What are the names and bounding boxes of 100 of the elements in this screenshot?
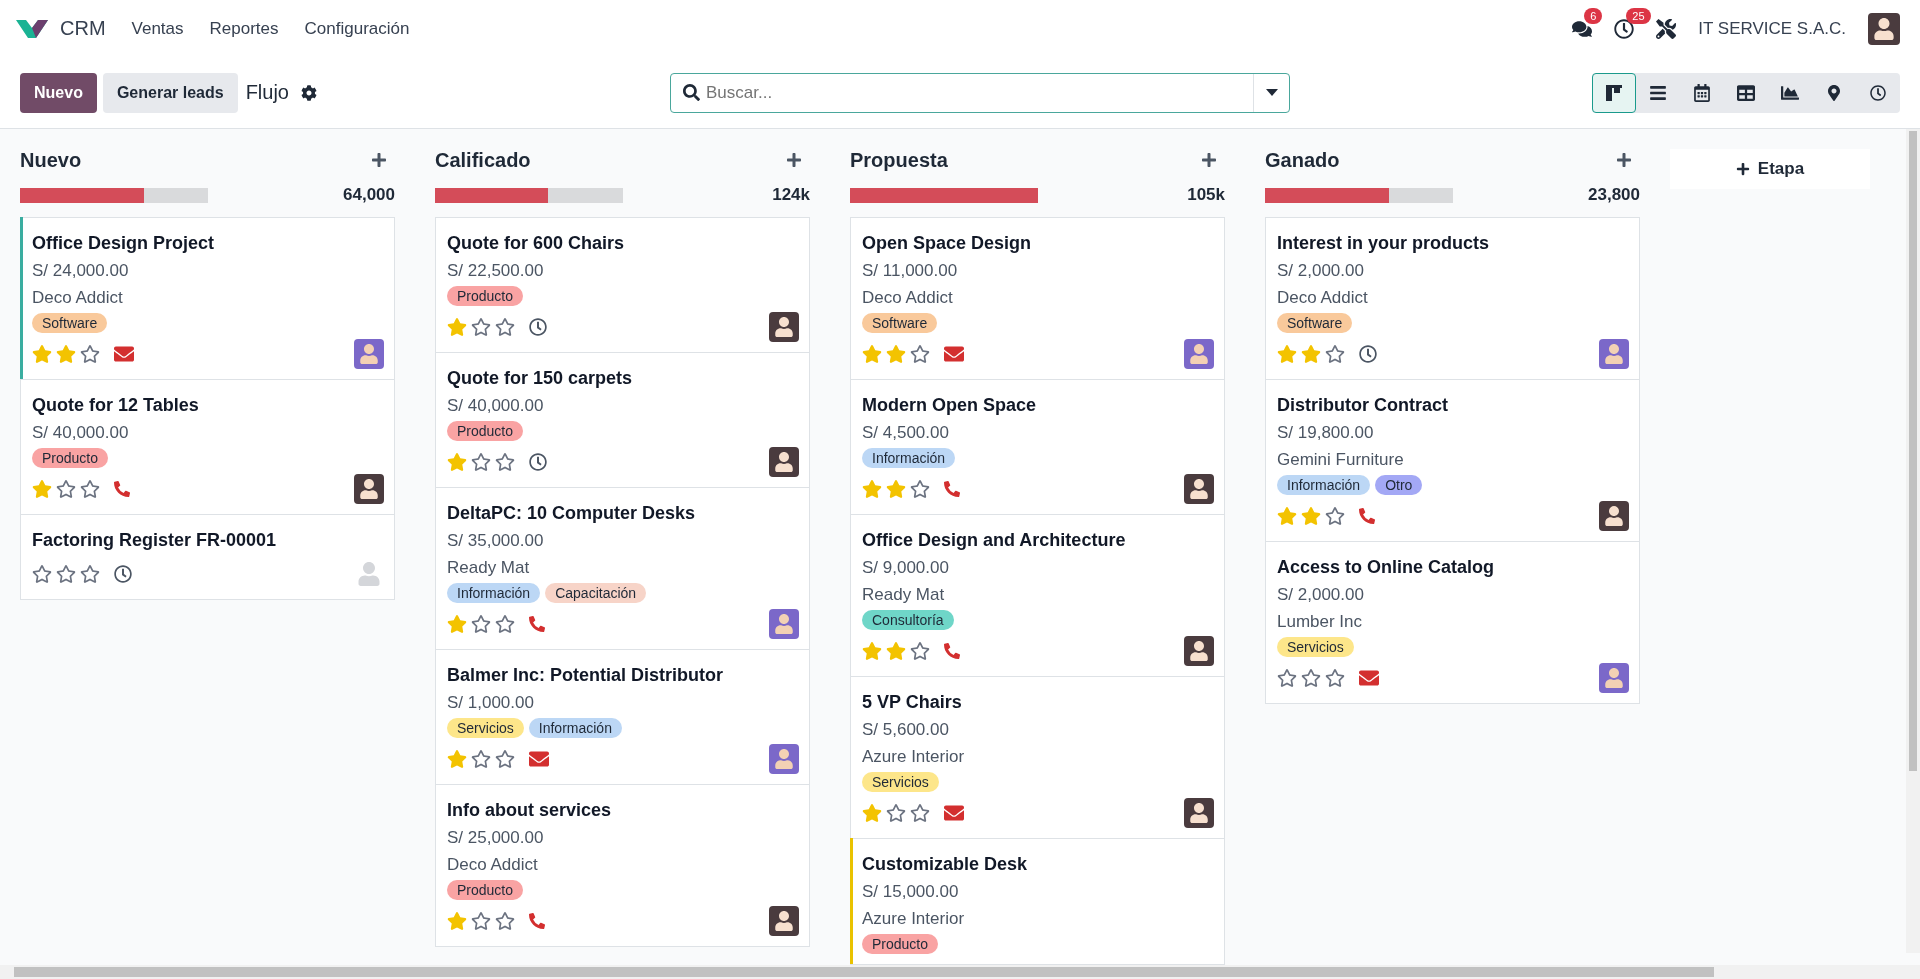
clock-icon[interactable]: [1614, 18, 1635, 39]
star-icon[interactable]: [447, 452, 467, 472]
star-outline-icon[interactable]: [1301, 668, 1321, 688]
lead-card[interactable]: DeltaPC: 10 Computer Desks S/ 35,000.00 Ready Mat Información Capacitación: [435, 488, 810, 650]
star-icon[interactable]: [447, 911, 467, 931]
star-outline-icon[interactable]: [910, 479, 930, 499]
lead-card[interactable]: Access to Online Catalog S/ 2,000.00 Lumber Inc Servicios: [1265, 542, 1640, 704]
star-outline-icon[interactable]: [910, 641, 930, 661]
star-icon[interactable]: [862, 479, 882, 499]
star-outline-icon[interactable]: [495, 614, 515, 634]
clock-icon[interactable]: [529, 318, 547, 336]
envelope-icon[interactable]: [1359, 668, 1379, 688]
lead-card[interactable]: Interest in your products S/ 2,000.00 Deco Addict Software: [1265, 217, 1640, 380]
lead-card[interactable]: Modern Open Space S/ 4,500.00 Información: [850, 380, 1225, 515]
phone-icon[interactable]: [944, 643, 960, 659]
avatar[interactable]: [1184, 798, 1214, 828]
add-icon[interactable]: [371, 152, 387, 168]
lead-card[interactable]: Info about services S/ 25,000.00 Deco Addict Producto: [435, 785, 810, 947]
avatar[interactable]: [1184, 636, 1214, 666]
new-button[interactable]: Nuevo: [20, 72, 97, 113]
lead-card[interactable]: Office Design Project S/ 24,000.00 Deco Addict Software: [20, 217, 395, 380]
search-bar[interactable]: Buscar...: [670, 72, 1290, 113]
star-outline-icon[interactable]: [56, 479, 76, 499]
generate-leads-button[interactable]: Generar leads: [102, 72, 238, 113]
chat-icon[interactable]: [1572, 18, 1593, 39]
add-icon[interactable]: [786, 152, 802, 168]
star-outline-icon[interactable]: [886, 803, 906, 823]
avatar[interactable]: [1599, 501, 1629, 531]
star-outline-icon[interactable]: [80, 564, 100, 584]
avatar[interactable]: [769, 447, 799, 477]
lead-card[interactable]: Factoring Register FR-00001: [20, 515, 395, 600]
menu-item[interactable]: Reportes: [209, 18, 279, 39]
clock-icon[interactable]: [1359, 345, 1377, 363]
menu-item[interactable]: Configuración: [304, 18, 410, 39]
star-outline-icon[interactable]: [495, 317, 515, 337]
star-outline-icon[interactable]: [1325, 506, 1345, 526]
envelope-icon[interactable]: [944, 344, 964, 364]
star-outline-icon[interactable]: [1325, 668, 1345, 688]
star-icon[interactable]: [447, 614, 467, 634]
app-name[interactable]: CRM: [60, 17, 106, 40]
star-icon[interactable]: [886, 479, 906, 499]
star-icon[interactable]: [1277, 344, 1297, 364]
add-stage-button[interactable]: Etapa: [1670, 149, 1870, 189]
clock-icon[interactable]: [529, 453, 547, 471]
avatar[interactable]: [354, 474, 384, 504]
star-outline-icon[interactable]: [495, 911, 515, 931]
star-outline-icon[interactable]: [471, 317, 491, 337]
lead-card[interactable]: Balmer Inc: Potential Distributor S/ 1,000.00 Servicios Información: [435, 650, 810, 785]
envelope-icon[interactable]: [944, 803, 964, 823]
menu-item[interactable]: Ventas: [131, 18, 184, 39]
lead-card[interactable]: Quote for 600 Chairs S/ 22,500.00 Producto: [435, 217, 810, 353]
star-outline-icon[interactable]: [471, 749, 491, 769]
star-outline-icon[interactable]: [80, 344, 100, 364]
lead-card[interactable]: Open Space Design S/ 11,000.00 Deco Addict Software: [850, 217, 1225, 380]
avatar[interactable]: [769, 312, 799, 342]
star-icon[interactable]: [886, 641, 906, 661]
star-outline-icon[interactable]: [910, 803, 930, 823]
add-icon[interactable]: [1201, 152, 1217, 168]
lead-card[interactable]: 5 VP Chairs S/ 5,600.00 Azure Interior Servicios: [850, 677, 1225, 839]
app-logo[interactable]: [16, 17, 48, 40]
star-icon[interactable]: [32, 344, 52, 364]
progress-track[interactable]: [20, 187, 208, 203]
star-icon[interactable]: [862, 641, 882, 661]
user-avatar[interactable]: [1868, 12, 1900, 45]
star-outline-icon[interactable]: [80, 479, 100, 499]
star-icon[interactable]: [862, 344, 882, 364]
lead-card[interactable]: Office Design and Architecture S/ 9,000.00 Ready Mat Consultoría: [850, 515, 1225, 677]
star-outline-icon[interactable]: [32, 564, 52, 584]
star-outline-icon[interactable]: [471, 614, 491, 634]
horizontal-scrollbar[interactable]: [0, 965, 1920, 979]
star-outline-icon[interactable]: [471, 911, 491, 931]
add-icon[interactable]: [1616, 152, 1632, 168]
envelope-icon[interactable]: [114, 344, 134, 364]
star-icon[interactable]: [1301, 344, 1321, 364]
phone-icon[interactable]: [529, 616, 545, 632]
company-name[interactable]: IT SERVICE S.A.C.: [1698, 18, 1846, 39]
phone-icon[interactable]: [944, 481, 960, 497]
phone-icon[interactable]: [529, 913, 545, 929]
lead-card[interactable]: Quote for 150 carpets S/ 40,000.00 Producto: [435, 353, 810, 488]
progress-track[interactable]: [435, 187, 623, 203]
star-icon[interactable]: [1277, 506, 1297, 526]
star-icon[interactable]: [862, 803, 882, 823]
star-outline-icon[interactable]: [495, 749, 515, 769]
star-outline-icon[interactable]: [56, 564, 76, 584]
phone-icon[interactable]: [114, 481, 130, 497]
envelope-icon[interactable]: [529, 749, 549, 769]
view-switch-button[interactable]: [1592, 72, 1636, 113]
star-icon[interactable]: [886, 344, 906, 364]
lead-card[interactable]: Quote for 12 Tables S/ 40,000.00 Producto: [20, 380, 395, 515]
lead-card[interactable]: Customizable Desk S/ 15,000.00 Azure Interior Producto: [850, 839, 1225, 965]
star-icon[interactable]: [447, 749, 467, 769]
star-icon[interactable]: [32, 479, 52, 499]
star-outline-icon[interactable]: [495, 452, 515, 472]
lead-card[interactable]: Distributor Contract S/ 19,800.00 Gemini Furniture Información Otro: [1265, 380, 1640, 542]
tools-icon[interactable]: [1656, 18, 1677, 39]
search-input[interactable]: Buscar...: [700, 73, 1253, 112]
star-outline-icon[interactable]: [1325, 344, 1345, 364]
star-outline-icon[interactable]: [910, 344, 930, 364]
vertical-scrollbar[interactable]: [1906, 129, 1920, 953]
star-icon[interactable]: [56, 344, 76, 364]
